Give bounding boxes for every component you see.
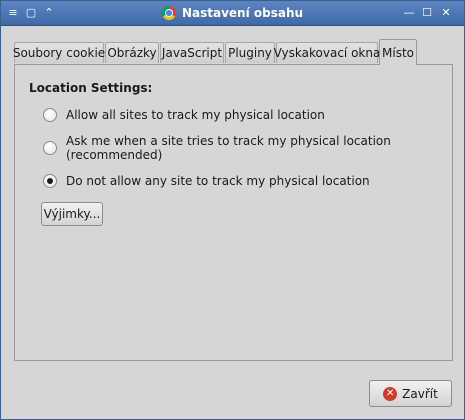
close-button-label: Zavřít [402, 386, 438, 401]
radio-block-all[interactable] [43, 174, 57, 188]
tab-javascript[interactable]: JavaScript [160, 42, 224, 63]
tab-location[interactable]: Místo [379, 39, 417, 65]
title-bar[interactable]: ≡ ▢ ⌃ Nastavení obsahu — ☐ ✕ [1, 1, 464, 26]
tab-cookies[interactable]: Soubory cookie [13, 42, 105, 63]
close-circle-icon: ✕ [383, 386, 398, 401]
option-ask-label: Ask me when a site tries to track my phy… [66, 134, 391, 162]
tab-plugins[interactable]: Pluginy [225, 42, 275, 63]
minimize-button[interactable]: — [401, 5, 417, 21]
chrome-app-icon [161, 6, 176, 20]
exceptions-button[interactable]: Výjimky... [41, 202, 103, 226]
window-title: Nastavení obsahu [181, 6, 304, 20]
location-panel: Location Settings: Allow all sites to tr… [14, 64, 453, 361]
option-block-all[interactable]: Do not allow any site to track my physic… [43, 172, 370, 190]
option-block-all-label: Do not allow any site to track my physic… [66, 174, 370, 188]
exceptions-button-label: Výjimky... [43, 207, 101, 221]
radio-allow-all[interactable] [43, 108, 57, 122]
maximize-button[interactable]: ☐ [419, 5, 435, 21]
option-ask[interactable]: Ask me when a site tries to track my phy… [43, 134, 452, 162]
close-button[interactable]: ✕ Zavřít [369, 380, 452, 407]
option-allow-all-label: Allow all sites to track my physical loc… [66, 108, 325, 122]
option-allow-all[interactable]: Allow all sites to track my physical loc… [43, 106, 325, 124]
location-settings-title: Location Settings: [29, 81, 153, 95]
tab-popups[interactable]: Vyskakovací okna [274, 42, 380, 63]
radio-ask[interactable] [43, 141, 57, 155]
close-window-button[interactable]: ✕ [438, 5, 454, 21]
tab-images[interactable]: Obrázky [105, 42, 159, 63]
window-title-group: Nastavení obsahu [1, 1, 464, 25]
content-settings-window: ≡ ▢ ⌃ Nastavení obsahu — ☐ ✕ Soubory coo… [0, 0, 465, 420]
